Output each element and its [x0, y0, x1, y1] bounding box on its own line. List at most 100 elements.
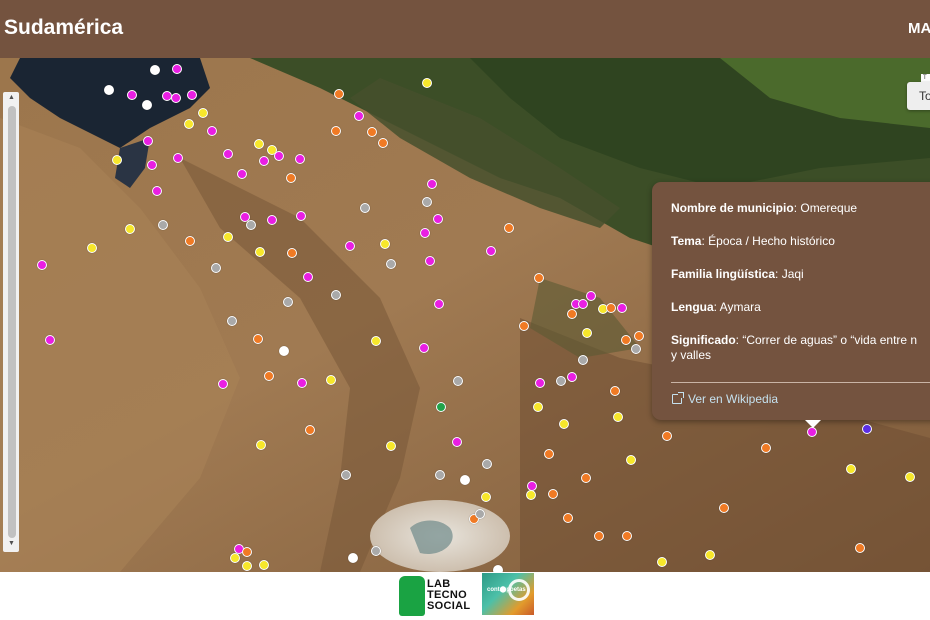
map-control-button[interactable]: To	[907, 82, 930, 110]
map-marker[interactable]	[482, 459, 492, 469]
map-marker[interactable]	[331, 126, 341, 136]
lab-tecno-social-logo[interactable]: LAB TECNO SOCIAL	[398, 575, 476, 617]
map-marker[interactable]	[242, 547, 252, 557]
map-marker[interactable]	[341, 470, 351, 480]
map-marker[interactable]	[386, 259, 396, 269]
map-marker[interactable]	[255, 247, 265, 257]
map-marker[interactable]	[87, 243, 97, 253]
map-marker[interactable]	[227, 316, 237, 326]
map-marker[interactable]	[125, 224, 135, 234]
map-marker[interactable]	[246, 220, 256, 230]
map-marker[interactable]	[534, 273, 544, 283]
map-marker[interactable]	[173, 153, 183, 163]
scroll-down-icon[interactable]: ▼	[8, 540, 15, 547]
map-marker[interactable]	[761, 443, 771, 453]
map-marker[interactable]	[331, 290, 341, 300]
map-marker[interactable]	[326, 375, 336, 385]
map-marker[interactable]	[807, 427, 817, 437]
map-marker[interactable]	[594, 531, 604, 541]
map-marker[interactable]	[378, 138, 388, 148]
map-marker[interactable]	[223, 149, 233, 159]
map-marker[interactable]	[559, 419, 569, 429]
scroll-up-icon[interactable]: ▲	[8, 94, 15, 101]
map-marker[interactable]	[563, 513, 573, 523]
map-marker[interactable]	[242, 561, 252, 571]
map-marker[interactable]	[172, 64, 182, 74]
map-marker[interactable]	[334, 89, 344, 99]
map-marker[interactable]	[613, 412, 623, 422]
map-marker[interactable]	[158, 220, 168, 230]
map-marker[interactable]	[143, 136, 153, 146]
map-marker[interactable]	[152, 186, 162, 196]
map-marker[interactable]	[419, 343, 429, 353]
map-marker[interactable]	[475, 509, 485, 519]
map-marker[interactable]	[586, 291, 596, 301]
map-marker[interactable]	[905, 472, 915, 482]
map-marker[interactable]	[519, 321, 529, 331]
map-marker[interactable]	[104, 85, 114, 95]
map-marker[interactable]	[184, 119, 194, 129]
scroll-thumb[interactable]	[8, 106, 16, 538]
map-marker[interactable]	[259, 560, 269, 570]
map-marker[interactable]	[862, 424, 872, 434]
map-marker[interactable]	[142, 100, 152, 110]
map-marker[interactable]	[371, 336, 381, 346]
map-marker[interactable]	[486, 246, 496, 256]
map-marker[interactable]	[556, 376, 566, 386]
map-marker[interactable]	[187, 90, 197, 100]
map-marker[interactable]	[855, 543, 865, 553]
map-marker[interactable]	[185, 236, 195, 246]
map-marker[interactable]	[345, 241, 355, 251]
map-marker[interactable]	[367, 127, 377, 137]
map-marker[interactable]	[305, 425, 315, 435]
map-marker[interactable]	[171, 93, 181, 103]
map-marker[interactable]	[422, 197, 432, 207]
map-marker[interactable]	[207, 126, 217, 136]
map-marker[interactable]	[259, 156, 269, 166]
map-marker[interactable]	[606, 303, 616, 313]
map-marker[interactable]	[283, 297, 293, 307]
map-marker[interactable]	[380, 239, 390, 249]
map-marker[interactable]	[267, 215, 277, 225]
map-marker[interactable]	[621, 335, 631, 345]
map-marker[interactable]	[526, 490, 536, 500]
map-marker[interactable]	[504, 223, 514, 233]
nav-menu-item[interactable]: MA	[908, 20, 930, 37]
map-marker[interactable]	[112, 155, 122, 165]
map-marker[interactable]	[348, 553, 358, 563]
map-marker[interactable]	[548, 489, 558, 499]
map-marker[interactable]	[211, 263, 221, 273]
map-marker[interactable]	[626, 455, 636, 465]
map-marker[interactable]	[360, 203, 370, 213]
map-marker[interactable]	[237, 169, 247, 179]
map-marker[interactable]	[578, 355, 588, 365]
map-marker[interactable]	[386, 441, 396, 451]
map-marker[interactable]	[460, 475, 470, 485]
map-marker[interactable]	[435, 470, 445, 480]
map-marker[interactable]	[433, 214, 443, 224]
map-marker[interactable]	[45, 335, 55, 345]
map-marker[interactable]	[253, 334, 263, 344]
map-marker[interactable]	[567, 309, 577, 319]
map-marker[interactable]	[230, 553, 240, 563]
map-marker[interactable]	[198, 108, 208, 118]
map-marker[interactable]	[150, 65, 160, 75]
map-marker[interactable]	[127, 90, 137, 100]
map-marker[interactable]	[533, 402, 543, 412]
map-marker[interactable]	[617, 303, 627, 313]
map-marker[interactable]	[657, 557, 667, 567]
contopoetas-logo[interactable]: cont⬤poetas	[482, 573, 534, 615]
map-marker[interactable]	[223, 232, 233, 242]
map-marker[interactable]	[295, 154, 305, 164]
map-marker[interactable]	[436, 402, 446, 412]
map-marker[interactable]	[582, 328, 592, 338]
map-marker[interactable]	[264, 371, 274, 381]
map-marker[interactable]	[578, 299, 588, 309]
map-marker[interactable]	[493, 565, 503, 572]
map-marker[interactable]	[37, 260, 47, 270]
map-marker[interactable]	[287, 248, 297, 258]
map-marker[interactable]	[622, 531, 632, 541]
wikipedia-link[interactable]: Ver en Wikipedia	[672, 392, 778, 406]
map-view[interactable]: ▲ ▼ T To Nombre de municipio: Omereque T…	[0, 58, 930, 572]
map-marker[interactable]	[662, 431, 672, 441]
